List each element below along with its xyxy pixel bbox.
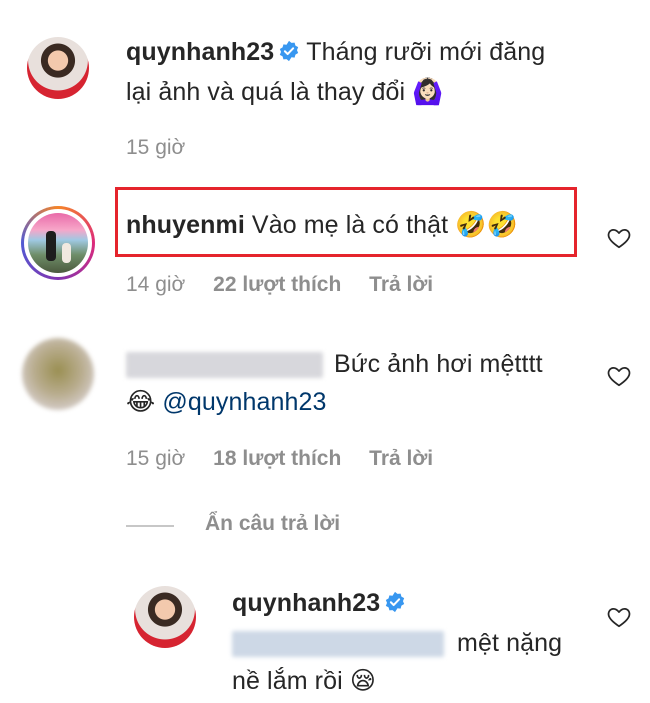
comment-text: nề lắm rồi <box>232 667 343 695</box>
comment-1: quynhanh23 Tháng rưỡi mới đăng lại ảnh và… <box>126 33 606 111</box>
replies-divider <box>126 525 174 527</box>
reply-button[interactable]: Trả lời <box>369 273 433 296</box>
mention-link[interactable]: @quynhanh23 <box>162 388 326 416</box>
comment-time[interactable]: 15 giờ <box>126 447 185 470</box>
comment-2: nhuyenmi Vào mẹ là có thật 🤣🤣 <box>126 206 518 244</box>
reply-button[interactable]: Trả lời <box>369 447 433 470</box>
comment-meta: 14 giờ 22 lượt thích Trả lời <box>126 273 455 297</box>
comment-time[interactable]: 14 giờ <box>126 273 185 296</box>
verified-badge-icon <box>384 586 406 624</box>
heart-icon[interactable] <box>606 363 632 389</box>
emoji: 😪 <box>349 667 376 695</box>
comment-text: Bức ảnh hơi mệtttt <box>334 350 543 378</box>
emoji: 🤣🤣 <box>455 211 518 239</box>
comment-time[interactable]: 15 giờ <box>126 136 185 159</box>
comment-username[interactable]: quynhanh23 <box>232 589 380 617</box>
avatar-quynhanh23[interactable] <box>27 37 89 99</box>
avatar-quynhanh23[interactable] <box>134 586 196 648</box>
emoji: 🙆🏻‍♀️ <box>412 78 444 106</box>
avatar-hidden-user[interactable] <box>22 338 94 410</box>
hidden-username <box>126 352 323 379</box>
comment-3: Bức ảnh hơi mệtttt 😂 @quynhanh23 <box>126 345 606 421</box>
comment-text: Vào mẹ là có thật <box>251 211 449 239</box>
likes-count[interactable]: 18 lượt thích <box>213 447 341 470</box>
reply-comment: quynhanh23 mệt nặng nề lắm rồi 😪 <box>232 584 602 700</box>
heart-icon[interactable] <box>606 604 632 630</box>
comment-text: mệt nặng <box>457 629 563 657</box>
comment-username[interactable]: quynhanh23 <box>126 38 274 66</box>
heart-icon[interactable] <box>606 225 632 251</box>
comment-meta: 15 giờ <box>126 136 207 160</box>
comment-text: lại ảnh và quá là thay đổi <box>126 78 406 106</box>
comment-username[interactable]: nhuyenmi <box>126 211 245 239</box>
hidden-text <box>232 631 444 658</box>
hide-replies-button[interactable]: Ẩn câu trả lời <box>205 512 340 536</box>
verified-badge-icon <box>278 35 300 73</box>
emoji: 😂 <box>126 388 156 416</box>
avatar-nhuyenmi[interactable] <box>28 213 88 273</box>
likes-count[interactable]: 22 lượt thích <box>213 273 341 296</box>
comment-meta: 15 giờ 18 lượt thích Trả lời <box>126 447 455 471</box>
comment-text: Tháng rưỡi mới đăng <box>306 38 546 66</box>
